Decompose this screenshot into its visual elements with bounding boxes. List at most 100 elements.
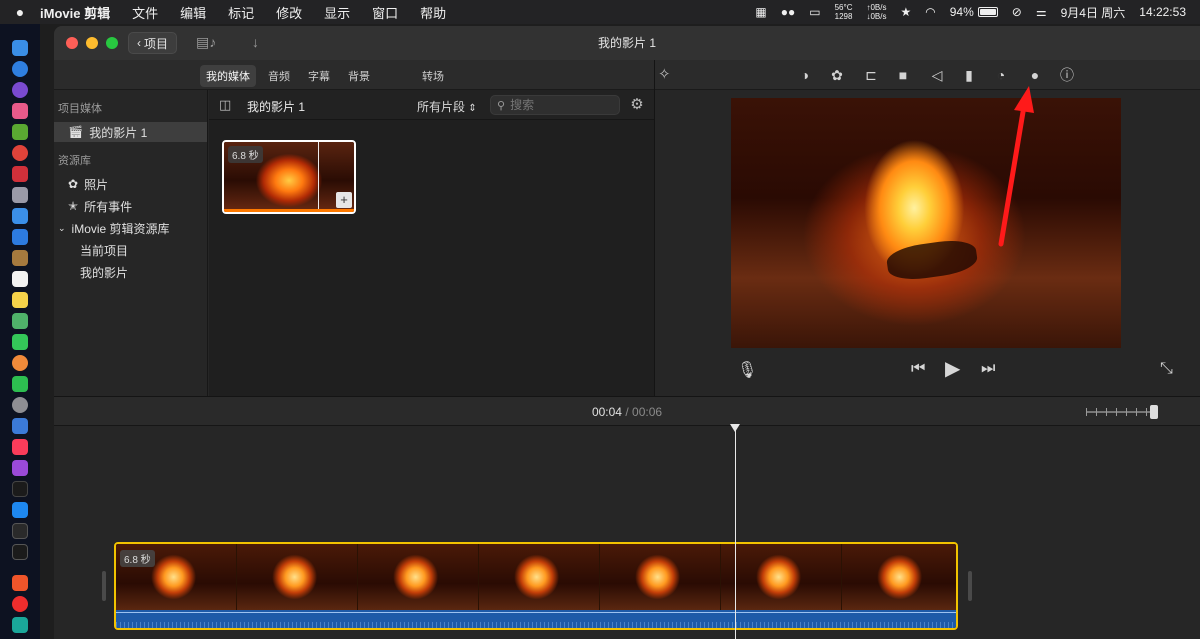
tab-audio[interactable]: 音频 [262, 65, 296, 87]
volume-icon[interactable]: ◁ [928, 66, 946, 84]
star-icon[interactable]: ★ [900, 5, 911, 19]
zoom-slider-knob[interactable] [1150, 405, 1158, 419]
dots-icon[interactable]: ●● [781, 5, 796, 19]
stabilization-icon[interactable]: ■ [894, 66, 912, 84]
sidebar-item-library[interactable]: ⌄ iMovie 剪辑资源库 [54, 218, 207, 238]
appletv-icon[interactable] [12, 481, 28, 497]
menu-view[interactable]: 显示 [324, 3, 350, 22]
mute-icon[interactable]: ⊘ [1012, 5, 1022, 19]
tab-my-media[interactable]: 我的媒体 [200, 65, 256, 87]
browser-header: ◫ 我的影片 1 所有片段 ⇕ ⚲ ⚙ [209, 90, 654, 120]
menu-help[interactable]: 帮助 [420, 3, 446, 22]
brave-icon[interactable] [12, 575, 28, 591]
chrome-icon[interactable] [12, 145, 28, 161]
photos-icon[interactable] [12, 355, 28, 371]
crop-icon[interactable]: ⊏ [862, 66, 880, 84]
sidebar-item-my-movies[interactable]: 我的影片 [54, 262, 207, 282]
playhead[interactable] [735, 426, 736, 639]
skip-forward-icon[interactable]: ⏭︎ [981, 360, 995, 378]
menubar-time[interactable]: 14:22:53 [1139, 5, 1186, 19]
tab-titles[interactable]: 字幕 [302, 65, 336, 87]
timeline-left-handle[interactable] [102, 571, 106, 601]
volume-line[interactable] [116, 612, 956, 613]
finder-icon[interactable] [12, 40, 28, 56]
menu-window[interactable]: 窗口 [372, 3, 398, 22]
mail-icon[interactable] [12, 229, 28, 245]
filmstrip-frame [358, 544, 479, 610]
app-red-icon[interactable] [12, 166, 28, 182]
add-to-timeline-button[interactable]: + [336, 192, 352, 208]
battery-status[interactable]: 94% [950, 5, 998, 19]
star-box-icon: ✭ [68, 199, 79, 213]
play-icon[interactable]: ▶ [945, 356, 960, 381]
settings-dock-icon[interactable] [12, 397, 28, 413]
speed-icon[interactable]: ◔ [992, 66, 1010, 84]
terminal-icon[interactable] [12, 523, 28, 539]
menu-modify[interactable]: 修改 [276, 3, 302, 22]
app-brown-icon[interactable] [12, 250, 28, 266]
app-teal-icon[interactable] [12, 617, 28, 633]
fullscreen-icon[interactable]: ⤡ [1160, 360, 1173, 378]
notes-icon[interactable] [12, 292, 28, 308]
info-icon[interactable]: ⓘ [1058, 66, 1076, 84]
podcasts-icon[interactable] [12, 460, 28, 476]
menubar-date[interactable]: 9月4日 周六 [1061, 4, 1126, 21]
clip-filter-icon[interactable]: ● [1026, 66, 1044, 84]
clip-filter-select[interactable]: 所有片段 ⇕ [417, 98, 477, 115]
timeline-clip[interactable]: 6.8 秒 [114, 542, 958, 630]
apple-icon[interactable]: ● [0, 4, 40, 20]
yandex-icon[interactable] [12, 596, 28, 612]
wifi-icon[interactable]: ◠ [925, 5, 935, 19]
media-clip-thumbnail[interactable]: 6.8 秒 + [222, 140, 356, 214]
app-gray-icon[interactable] [12, 187, 28, 203]
music-icon[interactable] [12, 439, 28, 455]
timeline-right-handle[interactable] [968, 571, 972, 601]
network-stats[interactable]: ↑0B/s ↓0B/s [866, 3, 886, 21]
sidebar-toggle-icon[interactable]: ◫ [219, 97, 231, 113]
timeline-clip-duration: 6.8 秒 [120, 550, 155, 567]
control-center-icon[interactable]: ⚌ [1036, 5, 1047, 19]
search-input[interactable] [510, 98, 611, 112]
android-icon[interactable] [12, 124, 28, 140]
menu-edit[interactable]: 编辑 [180, 3, 206, 22]
app-split-icon[interactable] [12, 418, 28, 434]
color-balance-icon[interactable]: ◑ [796, 66, 814, 84]
window-title: 我的影片 1 [597, 36, 656, 50]
activity-monitor-icon[interactable] [12, 544, 28, 560]
sidebar-item-my-movie[interactable]: 🎬︎ 我的影片 1 [54, 122, 207, 142]
calendar-icon[interactable] [12, 271, 28, 287]
menu-file[interactable]: 文件 [132, 3, 158, 22]
sidebar-item-current-project[interactable]: 当前项目 [54, 240, 207, 260]
tab-backgrounds[interactable]: 背景 [342, 65, 376, 87]
display-icon[interactable]: ▭ [809, 5, 820, 19]
sidebar-item-label: 当前项目 [80, 243, 129, 258]
sidebar-item-all-events[interactable]: ✭ 所有事件 [54, 196, 207, 216]
skip-back-icon[interactable]: ⏮︎ [911, 360, 925, 378]
grid-icon[interactable]: ▦ [755, 5, 766, 19]
safari-icon[interactable] [12, 61, 28, 77]
cpu-stats[interactable]: 56°C 1298 [835, 3, 853, 21]
clip-used-bar [224, 209, 354, 212]
magic-wand-icon[interactable]: ✧ [658, 65, 671, 83]
search-field[interactable]: ⚲ [490, 95, 620, 115]
app-blue-icon[interactable] [12, 208, 28, 224]
gear-icon[interactable]: ⚙ [627, 95, 647, 115]
tab-transitions[interactable]: 转场 [416, 65, 450, 87]
maps-icon[interactable] [12, 313, 28, 329]
color-correction-icon[interactable]: ✿ [828, 66, 846, 84]
launchpad-icon[interactable] [12, 103, 28, 119]
sidebar-item-photos[interactable]: ✿ 照片 [54, 174, 207, 194]
menu-mark[interactable]: 标记 [228, 3, 254, 22]
sidebar-item-label: iMovie 剪辑资源库 [71, 221, 170, 236]
audio-waveform[interactable] [116, 610, 956, 628]
microphone-icon[interactable]: 🎙︎ [737, 360, 757, 380]
messages-icon[interactable] [12, 334, 28, 350]
filmstrip-frame [842, 544, 956, 610]
facetime-icon[interactable] [12, 376, 28, 392]
video-preview[interactable] [731, 98, 1121, 348]
timeline-zoom-slider[interactable] [1086, 405, 1158, 419]
equalizer-icon[interactable]: ▮ [960, 66, 978, 84]
siri-icon[interactable] [12, 82, 28, 98]
menu-app-name[interactable]: iMovie 剪辑 [40, 3, 110, 22]
appstore-icon[interactable] [12, 502, 28, 518]
